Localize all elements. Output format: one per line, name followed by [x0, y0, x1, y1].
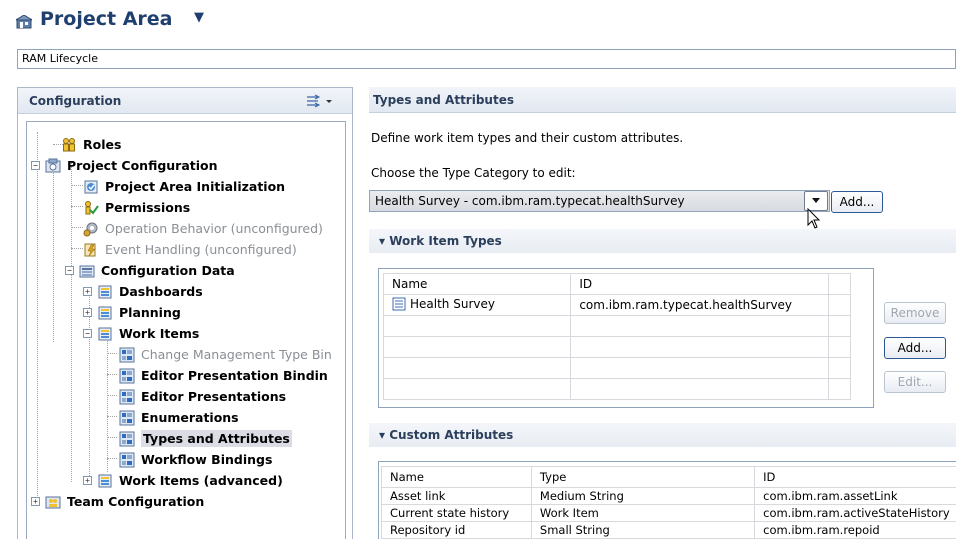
column-header-type[interactable]: Type [530, 466, 756, 488]
tree-item-team-configuration[interactable]: + Team Configuration [31, 491, 204, 512]
remove-button[interactable]: Remove [884, 302, 946, 324]
column-header-id[interactable]: ID [754, 466, 956, 488]
config-element-icon [119, 431, 135, 446]
configuration-panel-title: Configuration [29, 94, 122, 108]
type-category-label: Choose the Type Category to edit: [371, 166, 576, 180]
tree-item-work-items-advanced[interactable]: + Work Items (advanced) [83, 470, 283, 491]
section-description: Define work item types and their custom … [371, 131, 684, 145]
column-header-name[interactable]: Name [382, 273, 572, 295]
tree-item-workflow-bindings[interactable]: Workflow Bindings [119, 449, 272, 470]
tree-item-configuration-data[interactable]: − Configuration Data [65, 260, 235, 281]
project-area-icon [16, 15, 32, 29]
configuration-tree: Roles − Project Configuration Project Ar… [26, 121, 346, 539]
tree-item-editor-presentations[interactable]: Editor Presentations [119, 386, 286, 407]
table-row[interactable]: Asset link Medium String com.ibm.ram.ass… [381, 487, 956, 505]
section-collapse-icon[interactable]: ▾ [379, 234, 385, 248]
folder-list-icon [98, 285, 112, 298]
types-and-attributes-title: Types and Attributes [373, 93, 514, 107]
view-menu-icon[interactable] [304, 93, 338, 109]
tree-item-permissions[interactable]: Permissions [83, 197, 190, 218]
tree-item-work-items[interactable]: − Work Items [83, 323, 199, 344]
edit-button[interactable]: Edit... [884, 371, 946, 393]
table-row[interactable]: Repository id Small String com.ibm.ram.r… [381, 521, 956, 539]
types-and-attributes-header: Types and Attributes [369, 87, 956, 113]
tree-item-project-configuration[interactable]: − Project Configuration [31, 155, 218, 176]
custom-attributes-title: Custom Attributes [389, 428, 514, 442]
folder-list-icon [98, 327, 112, 340]
work-item-types-section-header[interactable]: ▾ Work Item Types [369, 229, 956, 253]
configuration-panel-header: Configuration [18, 88, 352, 114]
work-item-types-title: Work Item Types [389, 234, 502, 248]
column-header-name[interactable]: Name [381, 466, 532, 488]
page-title: Project Area [40, 8, 173, 30]
config-element-icon [119, 452, 135, 467]
column-header-id[interactable]: ID [570, 273, 830, 295]
tree-item-event-handling[interactable]: Event Handling (unconfigured) [83, 239, 297, 260]
lifecycle-field[interactable]: RAM Lifecycle [17, 49, 956, 69]
expand-icon[interactable]: + [31, 497, 40, 506]
type-category-select[interactable]: Health Survey - com.ibm.ram.typecat.heal… [369, 190, 830, 212]
add-type-category-button[interactable]: Add... [831, 191, 883, 213]
custom-attributes-table: Name Type ID Asset link Medium String co… [378, 461, 956, 539]
tree-item-planning[interactable]: + Planning [83, 302, 181, 323]
collapse-icon[interactable]: − [31, 161, 40, 170]
folder-list-icon [98, 474, 112, 487]
tree-item-editor-presentation-bindings[interactable]: Editor Presentation Bindin [119, 365, 328, 386]
expand-icon[interactable]: + [83, 476, 92, 485]
tree-item-project-area-initialization[interactable]: Project Area Initialization [83, 176, 285, 197]
expand-icon[interactable]: + [83, 287, 92, 296]
roles-icon [63, 137, 75, 151]
editor-header: Project Area ▼ [0, 0, 956, 44]
section-collapse-icon[interactable]: ▾ [379, 428, 385, 442]
table-row[interactable]: Health Survey com.ibm.ram.typecat.health… [382, 294, 851, 316]
tree-item-roles[interactable]: Roles [61, 134, 121, 155]
permissions-icon [85, 200, 99, 215]
expand-icon[interactable]: + [83, 308, 92, 317]
mouse-cursor-icon [807, 208, 821, 229]
work-item-type-icon [392, 297, 406, 310]
title-menu-caret[interactable]: ▼ [194, 10, 204, 25]
configuration-panel: Configuration Roles − Project Configurat… [17, 87, 353, 539]
tree-item-types-and-attributes[interactable]: Types and Attributes [119, 428, 292, 449]
config-element-icon [119, 368, 135, 383]
types-and-attributes-panel: Types and Attributes Define work item ty… [369, 87, 956, 539]
configuration-data-icon [79, 265, 95, 277]
tree-item-change-management[interactable]: Change Management Type Bin [119, 344, 332, 365]
config-element-icon [119, 347, 135, 362]
tree-item-operation-behavior[interactable]: Operation Behavior (unconfigured) [83, 218, 323, 239]
team-configuration-icon [45, 496, 61, 508]
tree-item-enumerations[interactable]: Enumerations [119, 407, 239, 428]
event-handling-icon [84, 243, 96, 256]
tree-item-dashboards[interactable]: + Dashboards [83, 281, 203, 302]
add-work-item-type-button[interactable]: Add... [884, 337, 946, 359]
folder-list-icon [98, 306, 112, 319]
collapse-icon[interactable]: − [83, 329, 92, 338]
initialization-icon [84, 180, 98, 193]
table-row[interactable]: Current state history Work Item com.ibm.… [381, 504, 956, 522]
config-element-icon [119, 389, 135, 404]
project-configuration-icon [45, 158, 61, 172]
collapse-icon[interactable]: − [65, 266, 74, 275]
custom-attributes-section-header[interactable]: ▾ Custom Attributes [369, 423, 956, 447]
gear-icon [83, 222, 98, 236]
work-item-types-table: Name ID Health Survey com.ibm.ram.typeca… [378, 268, 874, 408]
config-element-icon [119, 410, 135, 425]
